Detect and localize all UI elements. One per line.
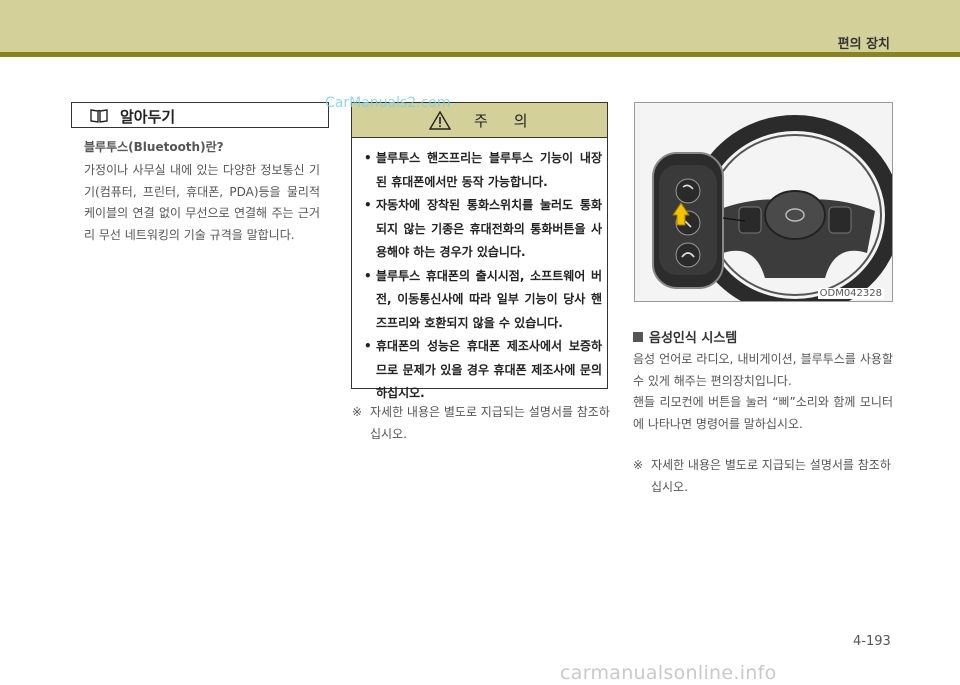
- note-mark: ※: [633, 458, 644, 472]
- reference-note: ※ 자세한 내용은 별도로 지급되는 설명서를 참조하십시오.: [633, 455, 895, 498]
- voice-section-heading: 음성인식 시스템: [633, 327, 737, 346]
- caution-list: 블루투스 핸즈프리는 블루투스 기능이 내장된 휴대폰에서만 동작 가능합니다.…: [364, 147, 602, 406]
- caution-item: 휴대폰의 성능은 휴대폰 제조사에서 보증하므로 문제가 있을 경우 휴대폰 제…: [364, 335, 602, 406]
- caution-item: 블루투스 휴대폰의 출시시점, 소프트웨어 버전, 이동통신사에 따라 일부 기…: [364, 265, 602, 336]
- caution-box: 주의 블루투스 핸즈프리는 블루투스 기능이 내장된 휴대폰에서만 동작 가능합…: [351, 102, 608, 400]
- voice-heading-text: 음성인식 시스템: [649, 331, 738, 346]
- note-mark: ※: [352, 405, 363, 419]
- top-banner-rule: [0, 52, 960, 57]
- page-number: 4-193: [853, 634, 891, 649]
- steering-wheel-illustration: [635, 103, 892, 301]
- tip-subtitle: 블루투스(Bluetooth)란?: [84, 140, 224, 154]
- book-icon: [90, 109, 108, 123]
- caution-title: 주의: [474, 112, 554, 130]
- caution-item: 자동차에 장착된 통화스위치를 눌러도 통화 되지 않는 기종은 휴대전화의 통…: [364, 194, 602, 265]
- note-text: 자세한 내용은 별도로 지급되는 설명서를 참조하십시오.: [370, 405, 610, 441]
- warning-triangle-icon: [429, 111, 451, 130]
- reference-note: ※ 자세한 내용은 별도로 지급되는 설명서를 참조하십시오.: [352, 402, 614, 445]
- voice-paragraph: 음성 언어로 라디오, 내비게이션, 블루투스를 사용할 수 있게 해주는 편의…: [633, 352, 893, 388]
- watermark-top: CarManuals2.com: [325, 95, 451, 111]
- steering-wheel-photo: ODM042328: [634, 102, 893, 302]
- tip-title: 알아두기: [120, 108, 176, 126]
- voice-section-body: 음성 언어로 라디오, 내비게이션, 블루투스를 사용할 수 있게 해주는 편의…: [633, 349, 893, 435]
- watermark-bottom: carmanualsonline.info: [560, 662, 777, 684]
- section-header-title: 편의 장치: [837, 37, 890, 52]
- tip-body: 가정이나 사무실 내에 있는 다양한 정보통신 기기(컴퓨터, 프린터, 휴대폰…: [84, 163, 320, 242]
- caution-item: 블루투스 핸즈프리는 블루투스 기능이 내장된 휴대폰에서만 동작 가능합니다.: [364, 147, 602, 194]
- top-banner: [0, 0, 960, 52]
- tip-box: 알아두기: [71, 102, 329, 128]
- photo-code-label: ODM042328: [817, 288, 884, 299]
- square-bullet-icon: [633, 332, 643, 342]
- note-text: 자세한 내용은 별도로 지급되는 설명서를 참조하십시오.: [651, 458, 891, 494]
- voice-paragraph: 핸들 리모컨에 버튼을 눌러 “삐”소리와 함께 모니터에 나타나면 명령어를 …: [633, 395, 893, 431]
